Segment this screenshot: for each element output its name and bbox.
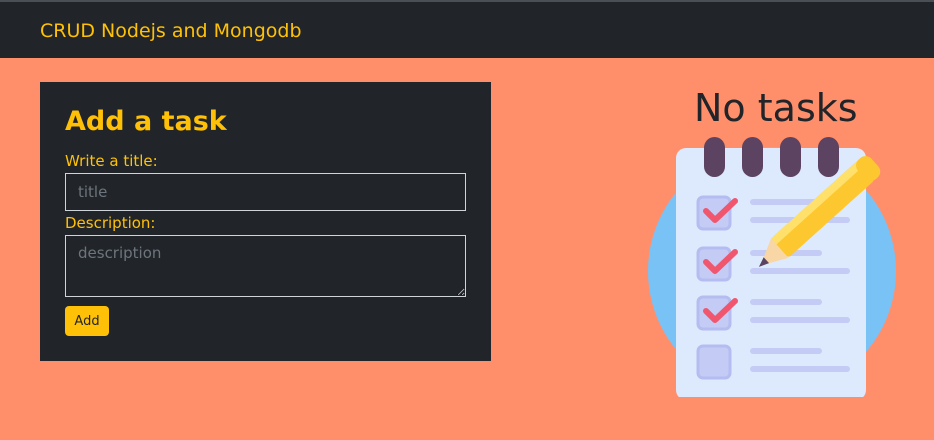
- navbar: CRUD Nodejs and Mongodb: [0, 2, 934, 58]
- add-button[interactable]: Add: [65, 306, 109, 336]
- notepad-checklist-pencil-icon: [648, 137, 896, 397]
- description-textarea[interactable]: [65, 235, 466, 297]
- title-input[interactable]: [65, 173, 466, 211]
- no-tasks-heading: No tasks: [694, 86, 858, 130]
- form-heading: Add a task: [65, 106, 227, 137]
- title-label: Write a title:: [65, 152, 158, 170]
- navbar-brand[interactable]: CRUD Nodejs and Mongodb: [40, 20, 302, 42]
- description-label: Description:: [65, 214, 156, 232]
- add-task-form: Add a task Write a title: Description: A…: [40, 82, 491, 361]
